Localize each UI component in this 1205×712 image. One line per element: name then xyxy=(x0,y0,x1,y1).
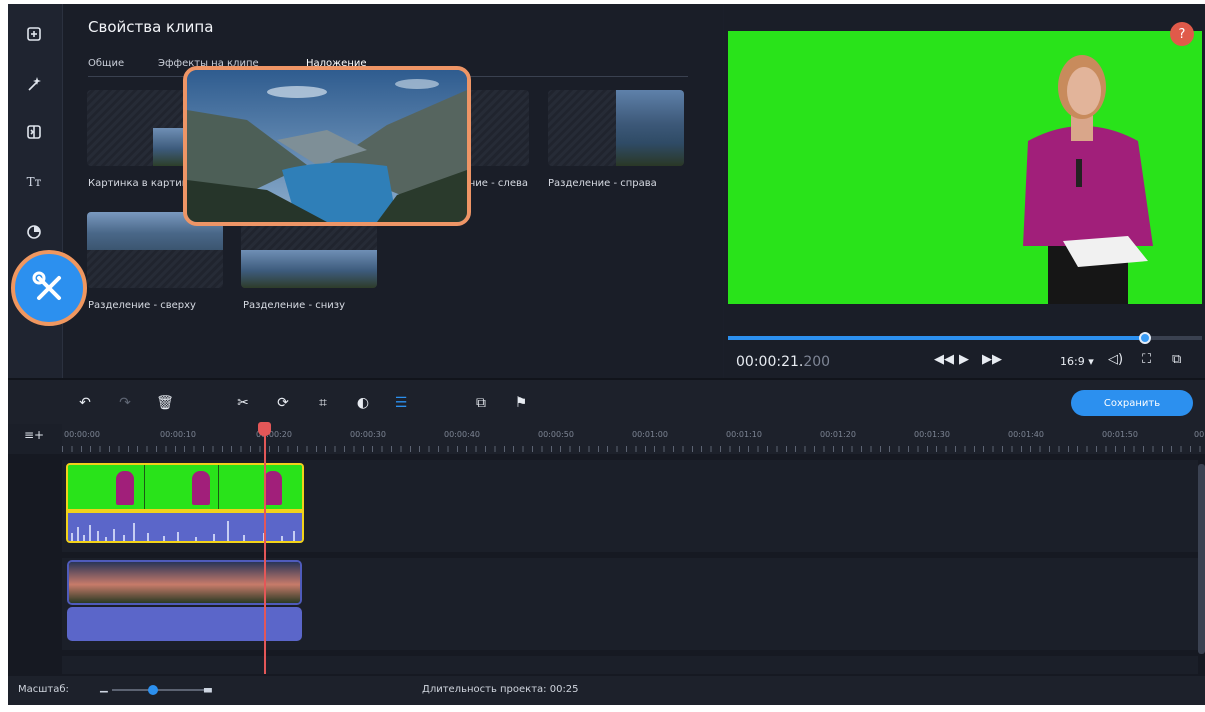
magic-wand-icon[interactable] xyxy=(20,70,48,98)
clip-thumbnails xyxy=(68,465,302,509)
overlay-clip-audio[interactable] xyxy=(67,607,302,641)
ruler-tick: 00:00:10 xyxy=(160,430,196,439)
status-bar: Масштаб: ▁ ▃ Длительность проекта: 00:25 xyxy=(8,676,1205,705)
ruler-tick: 00:00:30 xyxy=(350,430,386,439)
ruler-tick: 00:01:30 xyxy=(914,430,950,439)
transitions-icon[interactable] xyxy=(20,118,48,146)
project-duration: Длительность проекта: 00:25 xyxy=(422,684,579,695)
card-label: Разделение - сверху xyxy=(88,300,196,311)
overlay-preview-popup xyxy=(183,66,471,226)
progress-fill xyxy=(728,336,1146,340)
popout-icon[interactable]: ⧉ xyxy=(1172,352,1181,367)
zoom-out-icon[interactable]: ▁ xyxy=(100,682,108,693)
skip-forward-icon[interactable]: ▶▶ xyxy=(982,352,1002,367)
tab-general[interactable]: Общие xyxy=(88,58,124,69)
clip-properties-icon[interactable]: ☰ xyxy=(390,392,412,414)
playback-progress-bar[interactable] xyxy=(728,332,1202,344)
video-frame xyxy=(728,31,1202,304)
ruler-minor-ticks xyxy=(62,446,1205,452)
color-adjust-icon[interactable]: ◐ xyxy=(352,392,374,414)
ruler-tick: 00:01:20 xyxy=(820,430,856,439)
panel-title: Свойства клипа xyxy=(88,18,214,36)
ruler-tick: 00:00:40 xyxy=(444,430,480,439)
timeline-toolbar: ↶ ↷ 🗑 ✂ ⟳ ⌗ ◐ ☰ ⧉ ⚑ Сохранить xyxy=(8,380,1205,424)
timecode-main: 00:00:21. xyxy=(736,354,804,370)
volume-icon[interactable]: ◁) xyxy=(1108,352,1123,367)
import-icon[interactable] xyxy=(20,20,48,48)
play-icon[interactable]: ▶ xyxy=(959,352,969,367)
overlay-clip-landscape[interactable] xyxy=(67,560,302,605)
audio-track xyxy=(62,656,1198,674)
selected-clip-presenter[interactable] xyxy=(66,463,304,543)
timecode-ms: 200 xyxy=(803,354,831,370)
ruler-tick: 00:00:50 xyxy=(538,430,574,439)
playhead-line[interactable] xyxy=(264,424,266,674)
timeline-scrollbar[interactable] xyxy=(1198,464,1205,654)
mountain-lake-image xyxy=(187,70,467,222)
presenter-image xyxy=(728,31,1202,304)
ruler-tick: 00:01:10 xyxy=(726,430,762,439)
timecode: 00:00:21.200 xyxy=(736,354,830,370)
add-track-icon[interactable]: ≡+ xyxy=(24,428,44,442)
fullscreen-icon[interactable]: ⛶ xyxy=(1142,352,1151,367)
ruler-tick: 00:00:00 xyxy=(64,430,100,439)
zoom-slider[interactable] xyxy=(112,685,204,695)
zoom-slider-knob[interactable] xyxy=(148,685,159,695)
skip-back-icon[interactable]: ◀◀ xyxy=(934,352,954,367)
wrench-screwdriver-icon[interactable] xyxy=(11,250,87,326)
timeline-ruler[interactable]: 00:00:00 00:00:10 00:00:20 00:00:30 00:0… xyxy=(62,424,1205,454)
scale-label: Масштаб: xyxy=(18,684,69,695)
delete-icon[interactable]: 🗑 xyxy=(154,392,176,414)
zoom-in-icon[interactable]: ▃ xyxy=(204,682,212,693)
undo-icon[interactable]: ↶ xyxy=(74,392,96,414)
video-editor-window: Tт Свойства клипа Общие Эффекты на клипе… xyxy=(8,4,1205,705)
stickers-icon[interactable] xyxy=(20,218,48,246)
card-label: Разделение - справа xyxy=(548,178,657,189)
card-label: Разделение - снизу xyxy=(243,300,346,311)
ruler-tick: 00:01:00 xyxy=(632,430,668,439)
ruler-tick: 00:01:40 xyxy=(1008,430,1044,439)
crop-icon[interactable]: ⌗ xyxy=(312,392,334,414)
help-icon[interactable]: ? xyxy=(1170,22,1194,46)
aspect-ratio-select[interactable]: 16:9 ▾ xyxy=(1060,355,1094,368)
overlay-card-split-right[interactable] xyxy=(548,90,684,166)
redo-icon[interactable]: ↷ xyxy=(114,392,136,414)
titles-icon[interactable]: Tт xyxy=(20,168,48,196)
rotate-icon[interactable]: ⟳ xyxy=(272,392,294,414)
marker-flag-icon[interactable]: ⚑ xyxy=(510,392,532,414)
cut-icon[interactable]: ✂ xyxy=(232,392,254,414)
ruler-tick: 00:01:50 xyxy=(1102,430,1138,439)
save-button[interactable]: Сохранить xyxy=(1071,390,1193,416)
overlay-icon[interactable]: ⧉ xyxy=(470,392,492,414)
ruler-tick: 00: xyxy=(1194,430,1205,439)
progress-knob[interactable] xyxy=(1139,332,1152,344)
video-preview-area: ? 00:00:21.200 ◀◀ ▶ ▶▶ 16:9 ▾ ◁) ⛶ ⧉ xyxy=(724,4,1205,378)
card-label: Разделение - слева xyxy=(468,178,528,189)
audio-waveform xyxy=(68,513,302,541)
